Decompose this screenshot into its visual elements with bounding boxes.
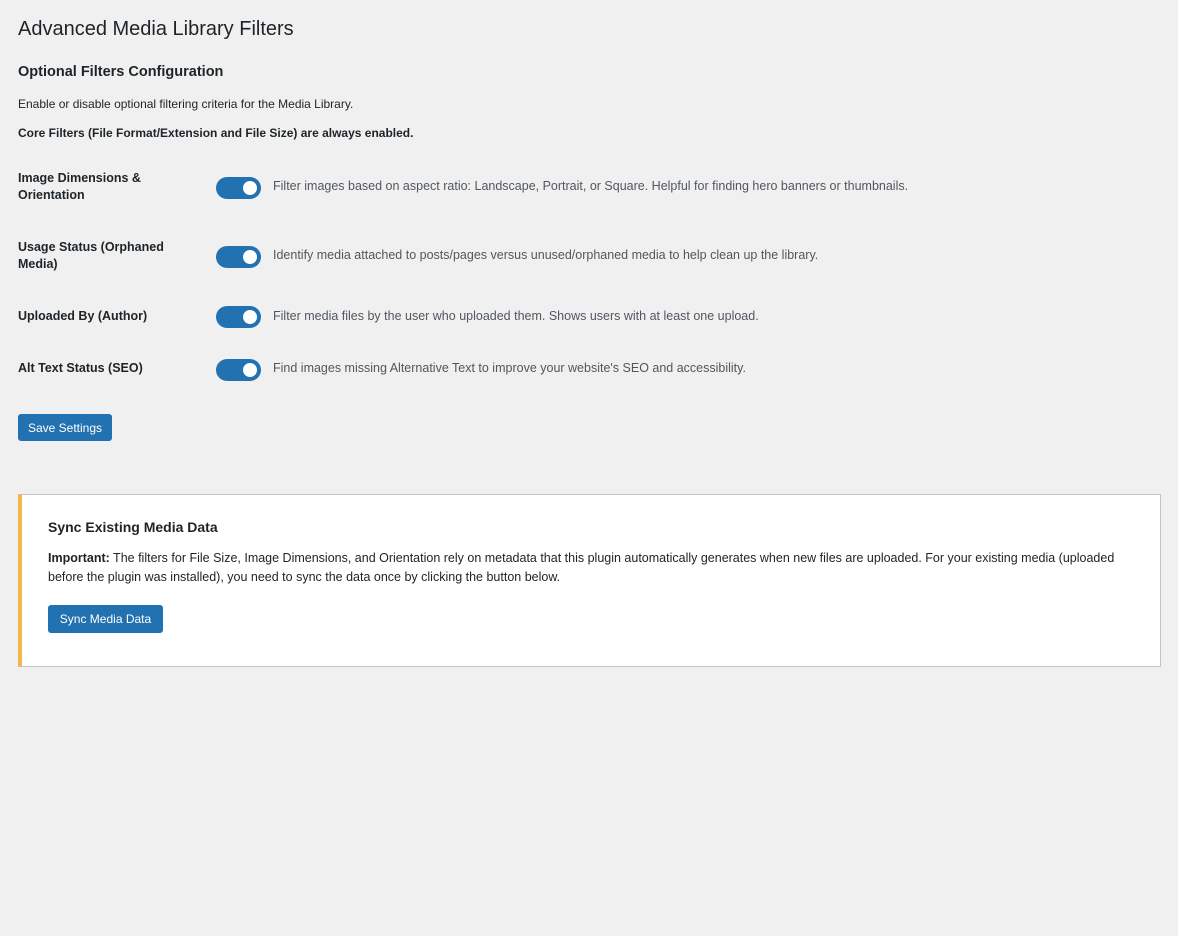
sync-notice-title: Sync Existing Media Data (48, 519, 218, 535)
filter-row-uploaded-by: Uploaded By (Author) Filter media files … (18, 306, 1166, 342)
filter-label: Usage Status (Orphaned Media) (18, 240, 164, 271)
filter-description: Find images missing Alternative Text to … (273, 361, 746, 375)
filter-row-usage-status: Usage Status (Orphaned Media) Identify m… (18, 239, 1166, 275)
alt-text-toggle[interactable] (216, 359, 261, 381)
sync-description: The filters for File Size, Image Dimensi… (48, 551, 1115, 584)
uploaded-by-toggle[interactable] (216, 306, 261, 328)
core-filters-note: Core Filters (File Format/Extension and … (18, 126, 414, 140)
filter-description: Filter images based on aspect ratio: Lan… (273, 179, 909, 193)
filter-label: Uploaded By (Author) (18, 309, 148, 323)
sync-notice-panel: Sync Existing Media Data Important: The … (18, 494, 1161, 667)
sync-media-data-button[interactable]: Sync Media Data (48, 605, 163, 633)
image-dimensions-toggle[interactable] (216, 177, 261, 199)
filter-label: Image Dimensions & Orientation (18, 171, 141, 202)
filter-row-alt-text: Alt Text Status (SEO) Find images missin… (18, 358, 1166, 394)
toggle-knob (243, 310, 257, 324)
important-label: Important: (48, 551, 110, 565)
filter-row-image-dimensions: Image Dimensions & Orientation Filter im… (18, 170, 1166, 206)
filter-label: Alt Text Status (SEO) (18, 361, 143, 375)
section-title: Optional Filters Configuration (18, 64, 224, 80)
sync-notice-text: Important: The filters for File Size, Im… (48, 549, 1138, 587)
toggle-knob (243, 250, 257, 264)
toggle-knob (243, 181, 257, 195)
save-settings-button[interactable]: Save Settings (18, 414, 112, 441)
page-title: Advanced Media Library Filters (18, 18, 294, 40)
usage-status-toggle[interactable] (216, 246, 261, 268)
intro-text: Enable or disable optional filtering cri… (18, 97, 354, 111)
toggle-knob (243, 363, 257, 377)
filter-description: Filter media files by the user who uploa… (273, 309, 759, 323)
filter-description: Identify media attached to posts/pages v… (273, 248, 819, 262)
